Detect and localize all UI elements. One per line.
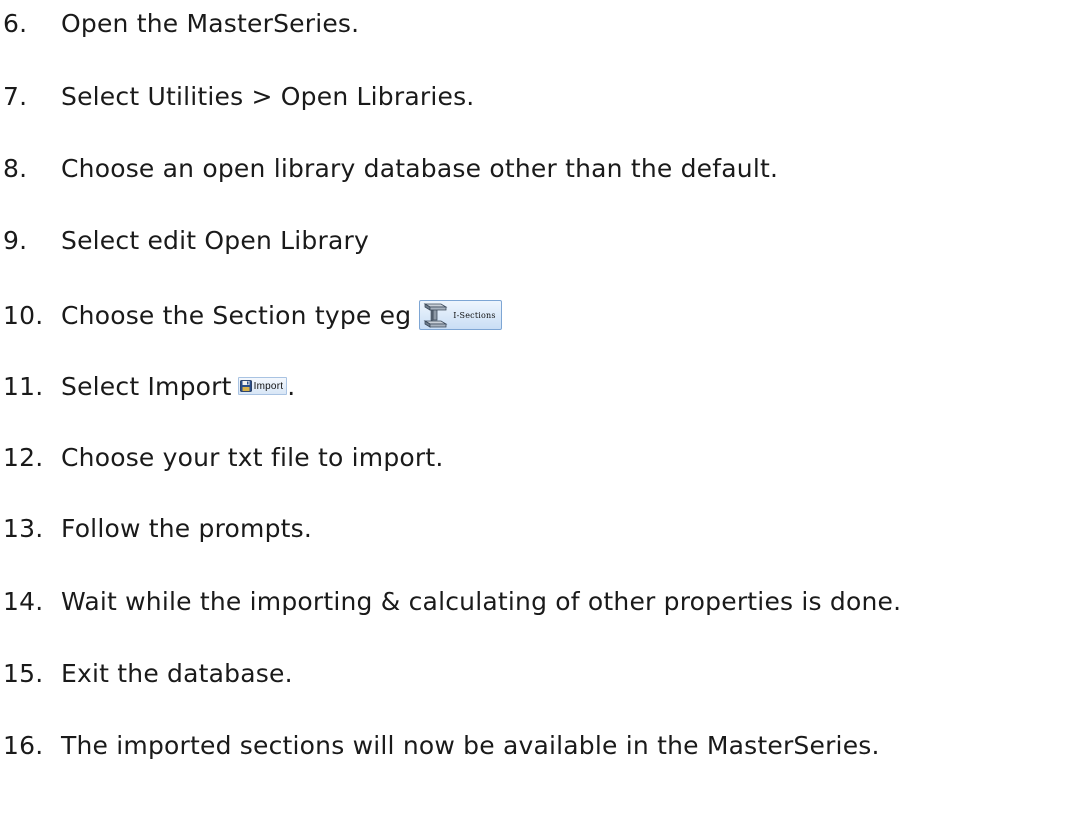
step-14: 14. Wait while the importing & calculati… xyxy=(3,581,901,621)
step-text: Open the MasterSeries. xyxy=(61,8,360,38)
step-10: 10. Choose the Section type eg I-Section… xyxy=(3,295,502,335)
step-text: Follow the prompts. xyxy=(61,513,313,543)
step-number: 12. xyxy=(3,442,44,472)
step-text: Select Utilities > Open Libraries. xyxy=(61,81,475,111)
step-text: Exit the database. xyxy=(61,658,293,688)
step-16: 16. The imported sections will now be av… xyxy=(3,725,880,765)
instruction-steps: 6. Open the MasterSeries. 7. Select Util… xyxy=(0,0,1074,838)
step-9: 9. Select edit Open Library xyxy=(3,220,369,260)
step-number: 13. xyxy=(3,513,44,543)
step-suffix: . xyxy=(287,371,296,401)
import-button[interactable]: Import xyxy=(237,377,288,395)
floppy-disk-icon xyxy=(239,380,252,392)
step-number: 6. xyxy=(3,8,28,38)
step-8: 8. Choose an open library database other… xyxy=(3,148,778,188)
step-7: 7. Select Utilities > Open Libraries. xyxy=(3,76,474,116)
step-12: 12. Choose your txt file to import. xyxy=(3,437,444,477)
step-11: 11. Select Import Import . xyxy=(3,366,295,406)
step-15: 15. Exit the database. xyxy=(3,653,293,693)
step-number: 15. xyxy=(3,658,44,688)
step-number: 14. xyxy=(3,586,44,616)
i-beam-icon xyxy=(423,303,448,328)
step-number: 7. xyxy=(3,81,28,111)
i-sections-button[interactable]: I-Sections xyxy=(419,300,502,330)
step-number: 10. xyxy=(3,300,44,330)
step-text: Select edit Open Library xyxy=(61,225,369,255)
step-number: 9. xyxy=(3,225,28,255)
step-text: Choose an open library database other th… xyxy=(61,153,779,183)
step-text: Wait while the importing & calculating o… xyxy=(61,586,902,616)
step-number: 8. xyxy=(3,153,28,183)
step-text: The imported sections will now be availa… xyxy=(61,730,880,760)
step-text: Choose the Section type eg xyxy=(61,300,412,330)
i-sections-label: I-Sections xyxy=(453,310,496,320)
step-text: Select Import xyxy=(61,371,232,401)
step-number: 16. xyxy=(3,730,44,760)
step-6: 6. Open the MasterSeries. xyxy=(3,3,359,43)
step-13: 13. Follow the prompts. xyxy=(3,508,312,548)
import-label: Import xyxy=(253,380,284,392)
step-number: 11. xyxy=(3,371,44,401)
step-text: Choose your txt file to import. xyxy=(61,442,444,472)
